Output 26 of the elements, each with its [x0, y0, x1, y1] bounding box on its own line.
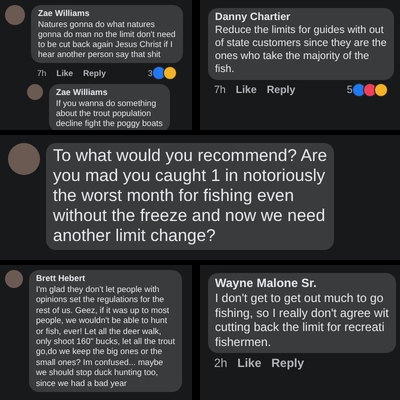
author-name[interactable]: Zae Williams: [38, 8, 176, 18]
avatar[interactable]: [5, 270, 23, 288]
like-link[interactable]: Like: [237, 356, 262, 370]
reaction-count: 3: [148, 68, 153, 78]
avatar[interactable]: [8, 143, 40, 175]
reaction-count: 5: [346, 84, 353, 96]
reply-link[interactable]: Reply: [266, 84, 296, 96]
author-name[interactable]: Wayne Malone Sr.: [215, 276, 389, 290]
comment-text: To what would you recommend? Are you mad you caught 1 in notoriously the worst month for fishing even without the freeze and now we need another limit change?: [53, 146, 328, 246]
comment-text: Reduce the limits for guides with out of state customers since they are the ones who take the majority of the fish.: [215, 24, 387, 76]
author-name[interactable]: Brett Hebert: [36, 273, 175, 283]
comment-time: 7h: [214, 84, 226, 96]
like-link[interactable]: Like: [236, 84, 257, 96]
comment-text: If you wanna do something about the trout population decline fight the poggy boats: [56, 98, 163, 128]
comment-text: I'm glad they don't let people with opinions set the regulations for the rest of us. Geez, if it was up to most people, we wouldn't be able to hunt or fish, ever! Let all the deer walk, only shoot 160" bucks, let all the trout go,do we keep the big ones or the small ones? Im confused... maybe we should stop duck hunting too, since we had a bad year: [36, 284, 175, 388]
reply-link[interactable]: Reply: [271, 356, 304, 370]
comment-text: I don't get to get out much to go fishing, so I really don't agree wit cutting back the limit for recreati fishermen.: [215, 291, 389, 349]
avatar[interactable]: [27, 84, 43, 100]
like-link[interactable]: Like: [56, 68, 74, 78]
comment-time: 7h: [37, 68, 46, 78]
author-name[interactable]: Danny Chartier: [215, 11, 387, 23]
author-name[interactable]: Zae Williams: [56, 87, 163, 97]
avatar[interactable]: [5, 5, 25, 25]
comment-time: 2h: [214, 356, 228, 370]
comment-text: Natures gonna do what natures gonna do man no the limit don't need to be cut back again Jesus Christ if I hear another person say that shit: [38, 19, 176, 59]
reply-link[interactable]: Reply: [83, 68, 106, 78]
